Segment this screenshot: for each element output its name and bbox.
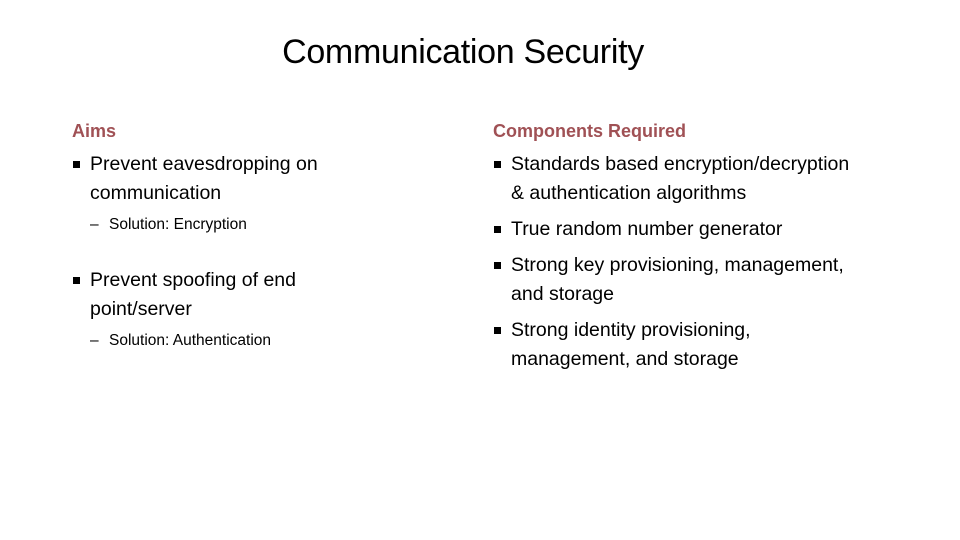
components-item-text: True random number generator xyxy=(511,218,783,240)
components-column: Components Required Standards based encr… xyxy=(493,118,853,381)
aims-sub-item: – Solution: Encryption xyxy=(72,214,392,236)
dash-bullet-icon: – xyxy=(90,216,99,233)
square-bullet-icon xyxy=(494,327,501,334)
aims-item: Prevent spoofing of end point/server xyxy=(72,266,392,324)
components-item: Strong key provisioning, management, and… xyxy=(493,251,853,309)
dash-bullet-icon: – xyxy=(90,332,99,349)
aims-sub-item-text: Solution: Encryption xyxy=(109,216,247,233)
slide-title: Communication Security xyxy=(282,33,644,71)
aims-sub-item-text: Solution: Authentication xyxy=(109,332,272,349)
components-item: Standards based encryption/decryption & … xyxy=(493,150,853,208)
aims-sub-item: – Solution: Authentication xyxy=(72,330,392,352)
components-item: True random number generator xyxy=(493,215,853,244)
aims-item-text: Prevent spoofing of end point/server xyxy=(90,269,296,320)
aims-heading: Aims xyxy=(72,121,117,141)
square-bullet-icon xyxy=(73,161,80,168)
components-item-text: Strong identity provisioning, management… xyxy=(511,319,751,370)
square-bullet-icon xyxy=(494,262,501,269)
components-item-text: Strong key provisioning, management, and… xyxy=(511,254,844,305)
square-bullet-icon xyxy=(494,161,501,168)
components-item: Strong identity provisioning, management… xyxy=(493,316,853,374)
aims-item-text: Prevent eavesdropping on communication xyxy=(90,153,318,204)
aims-item: Prevent eavesdropping on communication xyxy=(72,150,392,208)
square-bullet-icon xyxy=(73,277,80,284)
components-heading: Components Required xyxy=(493,121,687,141)
aims-column: Aims Prevent eavesdropping on communicat… xyxy=(72,118,392,352)
components-item-text: Standards based encryption/decryption & … xyxy=(511,153,850,204)
square-bullet-icon xyxy=(494,226,501,233)
